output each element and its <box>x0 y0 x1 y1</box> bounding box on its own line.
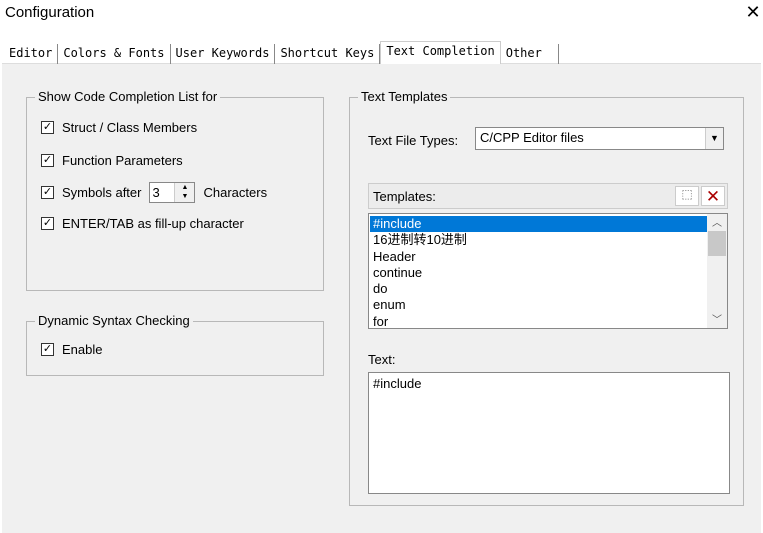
templates-label: Templates: <box>373 189 436 204</box>
scrollbar[interactable]: ︿ ﹀ <box>707 214 727 328</box>
check-icon: ✓ <box>41 217 54 230</box>
enter-tab-checkbox[interactable]: ✓ ENTER/TAB as fill-up character <box>41 216 244 231</box>
enable-checkbox[interactable]: ✓ Enable <box>41 342 102 357</box>
characters-label: Characters <box>203 185 268 200</box>
new-template-icon[interactable]: ⬚ <box>675 186 699 206</box>
template-item[interactable]: enum <box>370 297 707 313</box>
templates-group: Text Templates Text File Types: C/CPP Ed… <box>349 89 744 506</box>
checkbox-label: Function Parameters <box>62 153 183 168</box>
check-icon: ✓ <box>41 343 54 356</box>
tab-text-completion[interactable]: Text Completion <box>380 41 501 64</box>
checkbox-label: ENTER/TAB as fill-up character <box>62 216 244 231</box>
check-icon: ✓ <box>41 121 54 134</box>
stepper-value[interactable]: 3 <box>150 183 174 202</box>
group-legend: Show Code Completion List for <box>35 89 221 104</box>
close-icon[interactable]: ✕ <box>744 2 762 23</box>
template-item[interactable]: #include <box>370 216 707 233</box>
checkbox-label: Struct / Class Members <box>62 120 198 135</box>
scroll-up-icon[interactable]: ︿ <box>707 214 727 229</box>
templates-header: Templates: ⬚ ✕ <box>368 183 728 209</box>
text-label: Text: <box>368 352 396 367</box>
stepper-arrows-icon[interactable]: ▲ ▼ <box>174 183 195 202</box>
group-legend: Text Templates <box>358 89 451 104</box>
check-icon: ✓ <box>41 154 54 167</box>
struct-checkbox[interactable]: ✓ Struct / Class Members <box>41 120 197 135</box>
symbols-stepper[interactable]: 3 ▲ ▼ <box>149 182 196 203</box>
group-legend: Dynamic Syntax Checking <box>35 313 193 328</box>
select-value: C/CPP Editor files <box>480 130 584 145</box>
window-title: Configuration <box>5 4 95 21</box>
tab-other[interactable]: Other <box>501 44 559 64</box>
delete-template-icon[interactable]: ✕ <box>701 186 725 206</box>
file-types-select[interactable]: C/CPP Editor files ▼ <box>475 127 724 150</box>
symbols-checkbox[interactable]: ✓ Symbols after 3 ▲ ▼ Characters <box>41 182 267 203</box>
tab-shortcut-keys[interactable]: Shortcut Keys <box>275 44 381 64</box>
checkbox-label: Symbols after <box>62 185 142 200</box>
check-icon: ✓ <box>41 186 54 199</box>
template-text-area[interactable]: #include <box>368 372 730 494</box>
tab-colors-fonts[interactable]: Colors & Fonts <box>58 44 171 64</box>
scroll-down-icon[interactable]: ﹀ <box>707 311 727 326</box>
template-item[interactable]: Header <box>370 249 707 265</box>
template-item[interactable]: do <box>370 281 707 297</box>
tab-user-keywords[interactable]: User Keywords <box>171 44 276 64</box>
template-item[interactable]: continue <box>370 265 707 281</box>
templates-list[interactable]: #include 16进制转10进制 Header continue do enum for… <box>368 213 728 329</box>
syntax-group: Dynamic Syntax Checking ✓ Enable <box>26 313 324 376</box>
file-types-label: Text File Types: <box>368 133 459 148</box>
template-item[interactable]: 16进制转10进制 <box>370 232 707 248</box>
scroll-thumb[interactable] <box>708 231 726 256</box>
checkbox-label: Enable <box>62 342 103 357</box>
tab-editor[interactable]: Editor <box>4 44 59 64</box>
completion-group: Show Code Completion List for ✓ Struct / … <box>26 89 324 291</box>
function-checkbox[interactable]: ✓ Function Parameters <box>41 153 183 168</box>
tab-bar: Editor Colors & Fonts User Keywords Shor… <box>4 41 559 64</box>
template-item[interactable]: for <box>370 314 707 328</box>
chevron-down-icon[interactable]: ▼ <box>705 128 723 149</box>
